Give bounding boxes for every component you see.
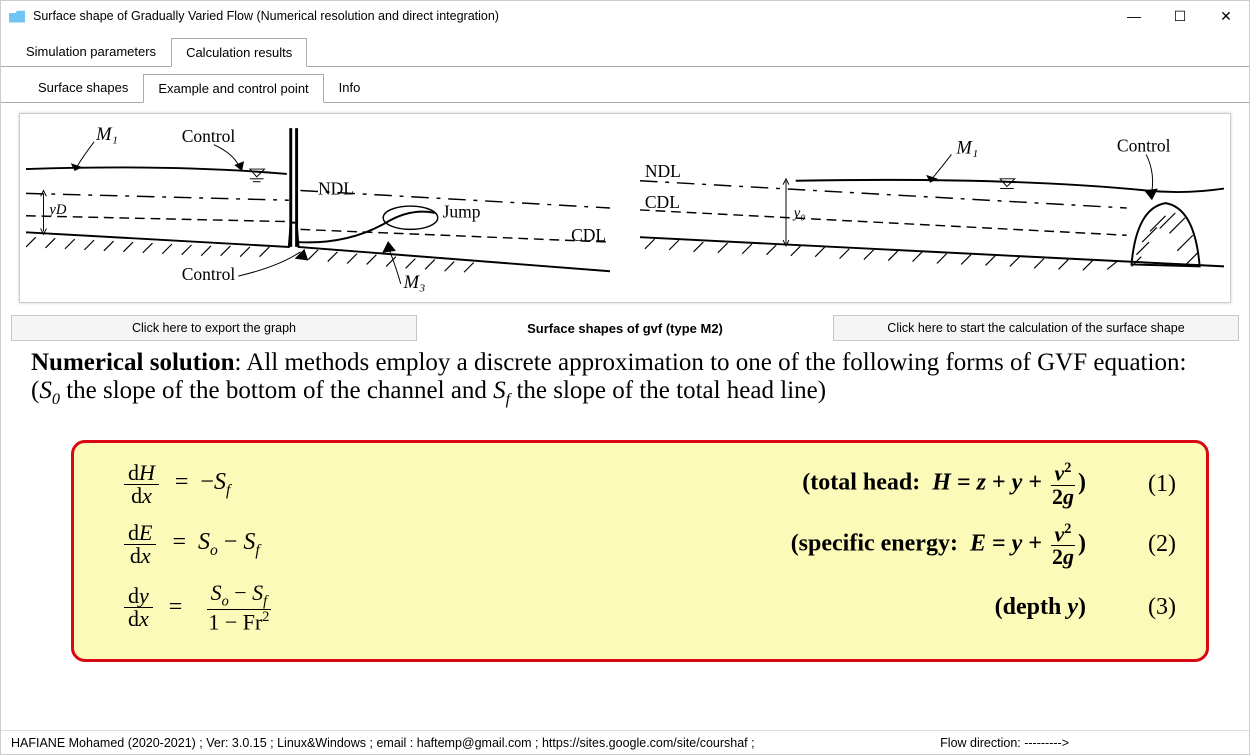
label-cdl-right: CDL [645, 192, 680, 212]
app-icon [9, 10, 25, 23]
label-m1: M₁ [95, 124, 118, 144]
tab-info[interactable]: Info [324, 73, 376, 102]
label-cdl-left: CDL [571, 225, 606, 245]
action-row: Click here to export the graph Surface s… [11, 315, 1239, 341]
diagram-panel: M₁ Control NDL Jump CDL Control M₃ yD [19, 113, 1231, 303]
label-m3: M₃ [403, 272, 426, 292]
equation-3: dydx = So − Sf1 − Fr2 (depth y) (3) [124, 582, 1176, 633]
label-jump: Jump [443, 202, 481, 222]
tab-surface-shapes[interactable]: Surface shapes [23, 73, 143, 102]
label-yd: yD [47, 202, 66, 218]
main-tabs: Simulation parameters Calculation result… [1, 31, 1249, 67]
diagram-right: NDL CDL M₁ Control y₀ [640, 118, 1224, 298]
label-yo: y₀ [792, 206, 806, 222]
label-control-bottom: Control [182, 264, 236, 284]
label-m1-right: M₁ [955, 137, 978, 157]
equation-2: dEdx = So − Sf (specific energy: E = y +… [124, 522, 1176, 568]
surface-shape-type-label: Surface shapes of gvf (type M2) [423, 315, 827, 341]
sub-tabs: Surface shapes Example and control point… [1, 73, 1249, 103]
label-ndl-left: NDL [318, 178, 354, 198]
solution-text: Numerical solution: All methods employ a… [1, 347, 1249, 420]
status-left: HAFIANE Mohamed (2020-2021) ; Ver: 3.0.1… [11, 736, 755, 750]
title-bar: Surface shape of Gradually Varied Flow (… [1, 1, 1249, 31]
tab-simulation-parameters[interactable]: Simulation parameters [11, 37, 171, 66]
close-button[interactable]: ✕ [1203, 1, 1249, 31]
equation-box: dHdx = −Sf (total head: H = z + y + v22g… [71, 440, 1209, 662]
export-graph-button[interactable]: Click here to export the graph [11, 315, 417, 341]
minimize-button[interactable]: — [1111, 1, 1157, 31]
label-ndl-right: NDL [645, 161, 681, 181]
solution-lead: Numerical solution [31, 349, 234, 376]
status-flow-direction: Flow direction: ---------> [940, 736, 1069, 750]
start-calculation-button[interactable]: Click here to start the calculation of t… [833, 315, 1239, 341]
maximize-button[interactable]: ☐ [1157, 1, 1203, 31]
status-bar: HAFIANE Mohamed (2020-2021) ; Ver: 3.0.1… [1, 730, 1249, 754]
equation-1: dHdx = −Sf (total head: H = z + y + v22g… [124, 461, 1176, 507]
tab-calculation-results[interactable]: Calculation results [171, 38, 307, 67]
tab-example-control-point[interactable]: Example and control point [143, 74, 323, 103]
label-control-right: Control [1117, 136, 1171, 156]
window-title: Surface shape of Gradually Varied Flow (… [33, 9, 1111, 23]
label-control-top: Control [182, 126, 236, 146]
diagram-left: M₁ Control NDL Jump CDL Control M₃ yD [26, 118, 610, 298]
